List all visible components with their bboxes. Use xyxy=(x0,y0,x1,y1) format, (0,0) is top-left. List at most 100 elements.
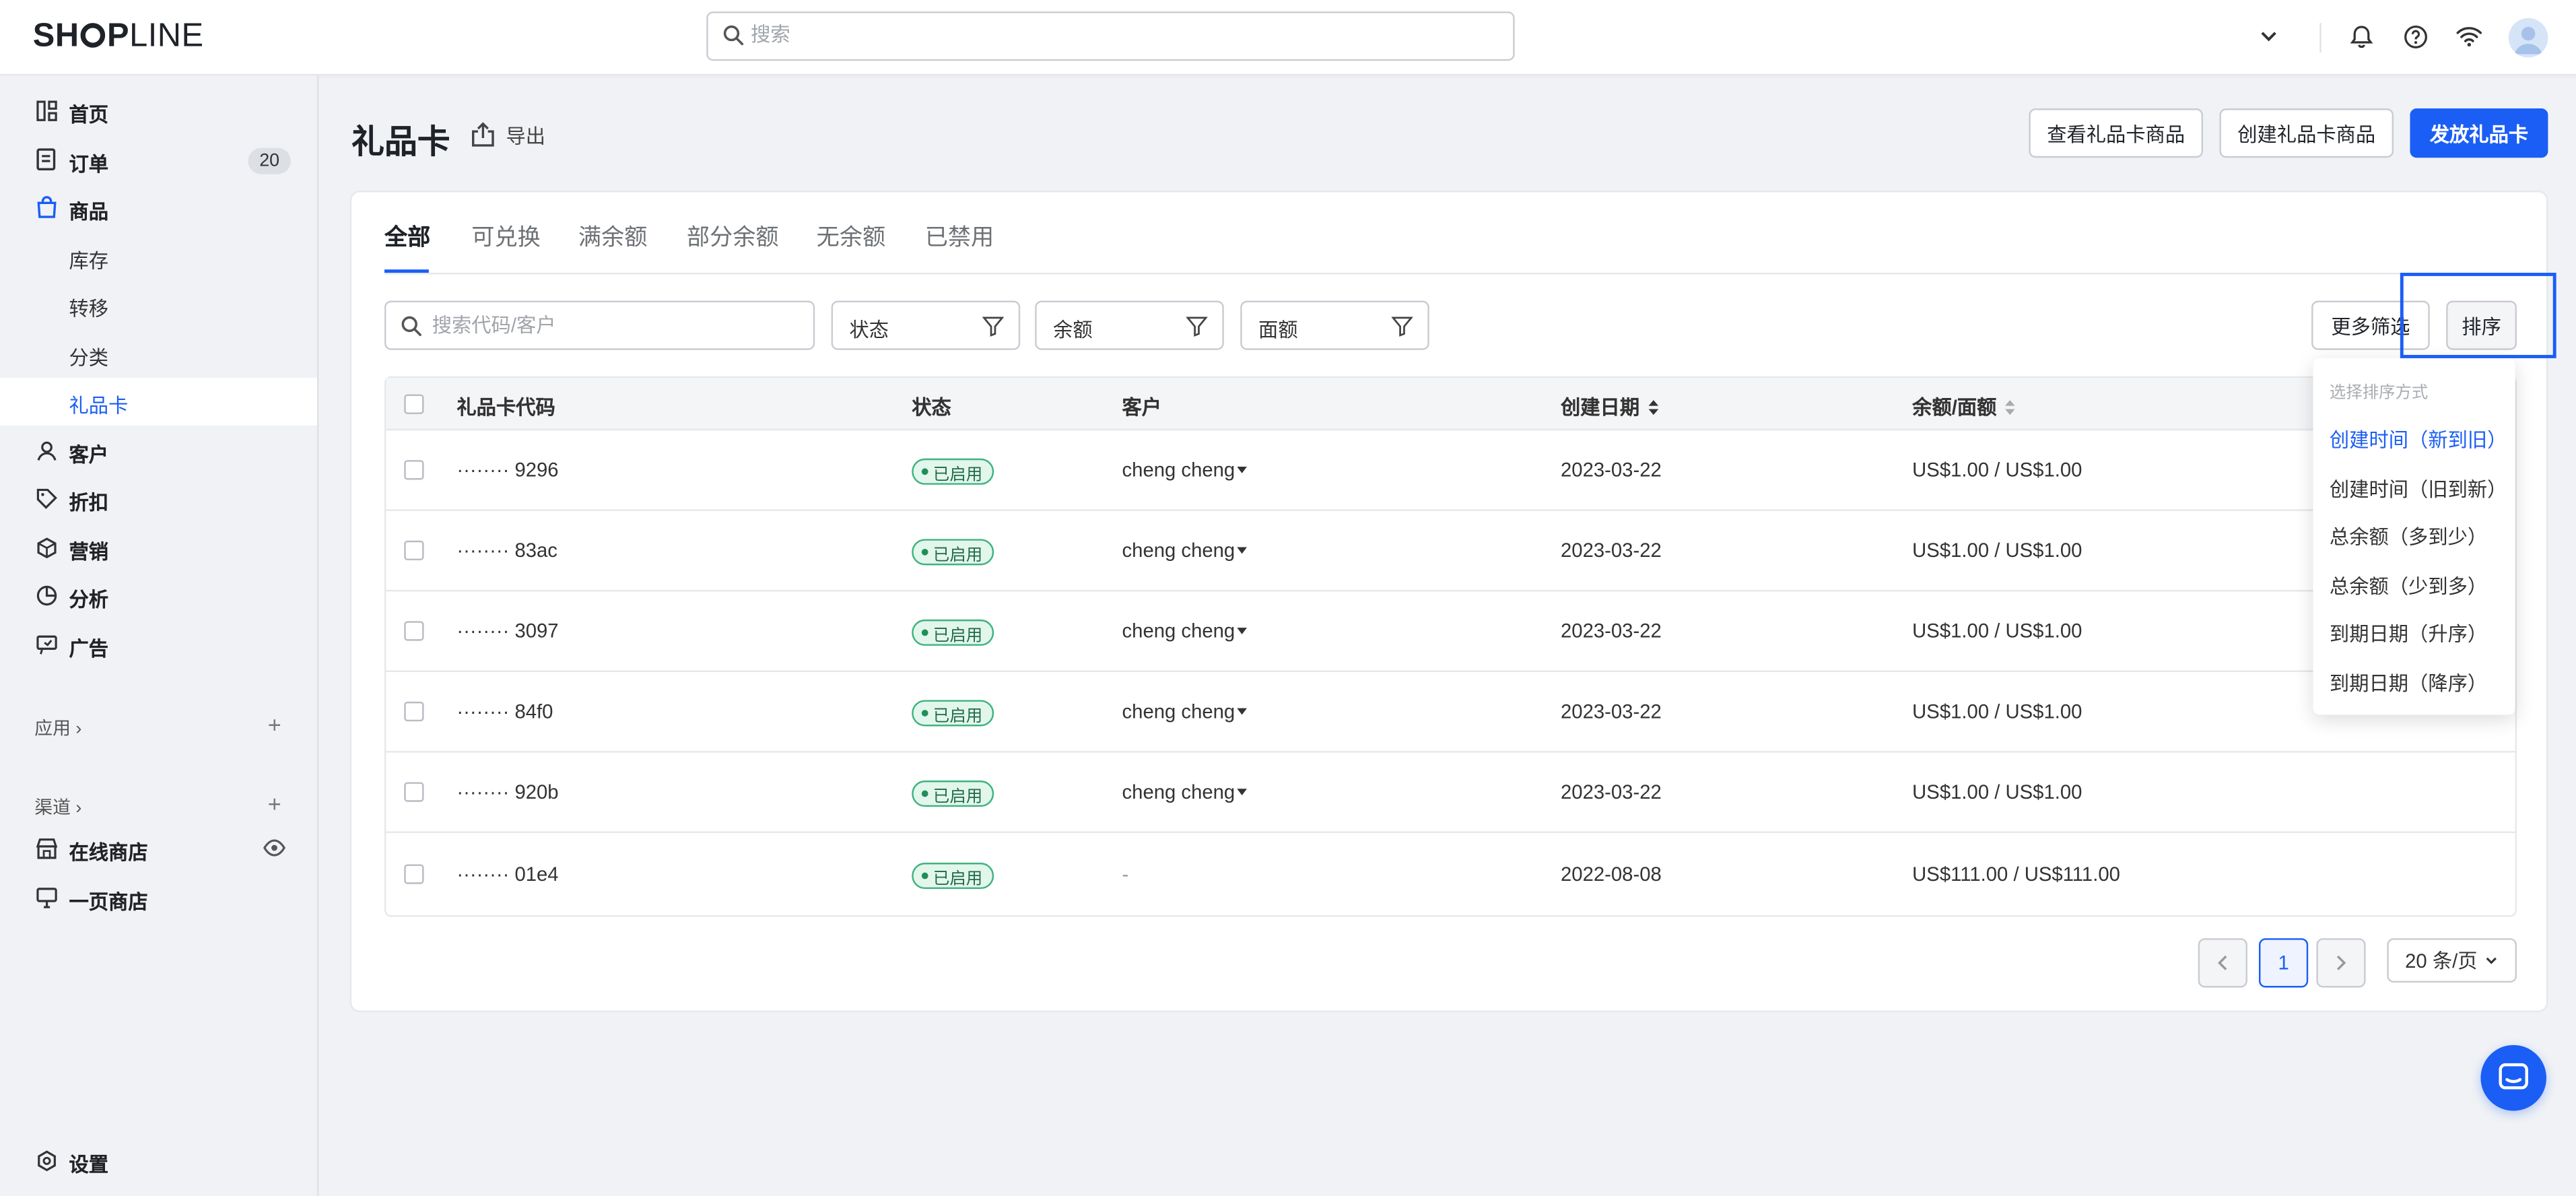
table-row[interactable]: ········ 84f0 已启用 cheng cheng 2023-03-22… xyxy=(386,672,2515,753)
caret-down-icon xyxy=(1236,789,1247,795)
sidebar-item-ads[interactable]: 广告 xyxy=(0,621,317,669)
sidebar-item-analytics[interactable]: 分析 xyxy=(0,572,317,620)
column-header-created[interactable]: 创建日期 xyxy=(1561,393,1659,420)
chevron-right-icon: › xyxy=(75,798,82,819)
sidebar-item-orders[interactable]: 订单 20 xyxy=(0,137,317,185)
store-icon xyxy=(34,836,57,859)
page-1-button[interactable]: 1 xyxy=(2259,938,2309,988)
table-row[interactable]: ········ 9296 已启用 cheng cheng 2023-03-22… xyxy=(386,430,2515,511)
chat-launcher-button[interactable] xyxy=(2480,1044,2546,1111)
balance-value: US$1.00 / US$1.00 xyxy=(1912,700,2082,723)
row-checkbox[interactable] xyxy=(404,864,424,884)
code-customer-search-input[interactable] xyxy=(432,314,794,337)
row-checkbox[interactable] xyxy=(404,782,424,802)
page-store-icon xyxy=(34,886,57,908)
status-label: 已启用 xyxy=(933,869,983,888)
customer-dropdown[interactable]: cheng cheng xyxy=(1122,780,1247,803)
customer-dropdown[interactable]: cheng cheng xyxy=(1122,620,1247,642)
table-row[interactable]: ········ 01e4 已启用 - 2022-08-08 US$111.00… xyxy=(386,833,2515,915)
tab-all[interactable]: 全部 xyxy=(384,220,430,253)
sidebar-item-discounts[interactable]: 折扣 xyxy=(0,475,317,523)
sidebar-item-marketing[interactable]: 营销 xyxy=(0,524,317,572)
gift-card-code[interactable]: ········ 9296 xyxy=(456,459,558,481)
gift-card-code[interactable]: ········ 01e4 xyxy=(456,863,558,886)
chevron-down-icon[interactable] xyxy=(2254,22,2284,51)
shopline-logo[interactable]: SH PLINE xyxy=(33,18,204,56)
help-icon[interactable] xyxy=(2400,22,2430,51)
prev-page-button[interactable] xyxy=(2198,938,2247,988)
caret-down-icon xyxy=(1236,708,1247,715)
row-checkbox[interactable] xyxy=(404,621,424,641)
issue-gift-card-button[interactable]: 发放礼品卡 xyxy=(2410,108,2548,158)
status-dot xyxy=(921,710,928,717)
table-row[interactable]: ········ 920b 已启用 cheng cheng 2023-03-22… xyxy=(386,753,2515,834)
view-gift-card-products-button[interactable]: 查看礼品卡商品 xyxy=(2029,108,2204,158)
select-all-checkbox[interactable] xyxy=(404,394,424,414)
topbar-divider xyxy=(2319,23,2321,53)
gift-card-code[interactable]: ········ 920b xyxy=(456,780,558,803)
bell-icon[interactable] xyxy=(2346,22,2375,51)
add-app-plus-icon[interactable]: + xyxy=(268,712,281,738)
tab-redeemable[interactable]: 可兑换 xyxy=(471,220,540,253)
sidebar-item-home[interactable]: 首页 xyxy=(0,87,317,135)
sidebar-item-customers[interactable]: 客户 xyxy=(0,427,317,475)
customer-dropdown[interactable]: cheng cheng xyxy=(1122,700,1247,723)
logo-o xyxy=(81,23,106,48)
tab-no-balance[interactable]: 无余额 xyxy=(817,220,885,253)
face-value-filter[interactable]: 面额 xyxy=(1240,300,1429,350)
page-size-select[interactable]: 20 条/页 xyxy=(2387,938,2517,983)
customer-dropdown[interactable]: cheng cheng xyxy=(1122,539,1247,562)
sidebar-item-settings[interactable]: 设置 xyxy=(0,1137,317,1185)
gift-card-code[interactable]: ········ 84f0 xyxy=(456,700,553,723)
sort-option-created-newest[interactable]: 创建时间（新到旧） xyxy=(2330,426,2507,453)
row-checkbox[interactable] xyxy=(404,460,424,480)
customer-dropdown[interactable]: cheng cheng xyxy=(1122,459,1247,481)
sort-option-balance-low-high[interactable]: 总余额（少到多） xyxy=(2330,572,2487,599)
sort-option-expiry-desc[interactable]: 到期日期（降序） xyxy=(2330,669,2487,696)
balance-value: US$1.00 / US$1.00 xyxy=(1912,539,2082,562)
add-channel-plus-icon[interactable]: + xyxy=(268,791,281,817)
status-label: 已启用 xyxy=(933,707,983,726)
global-search-input[interactable] xyxy=(751,23,1474,46)
created-date: 2023-03-22 xyxy=(1561,619,1662,643)
sidebar-item-label: 商品 xyxy=(69,200,109,224)
status-filter[interactable]: 状态 xyxy=(831,300,1021,350)
chevron-left-icon xyxy=(2218,955,2227,970)
eye-icon[interactable] xyxy=(263,838,285,863)
table-row[interactable]: ········ 83ac 已启用 cheng cheng 2023-03-22… xyxy=(386,511,2515,592)
sidebar-item-products[interactable]: 商品 xyxy=(0,184,317,232)
gift-card-code[interactable]: ········ 3097 xyxy=(456,620,558,642)
table-row[interactable]: ········ 3097 已启用 cheng cheng 2023-03-22… xyxy=(386,591,2515,672)
row-checkbox[interactable] xyxy=(404,540,424,561)
apps-section-header[interactable]: 应用 › xyxy=(34,715,81,741)
sidebar-item-label: 库存 xyxy=(69,249,109,273)
export-button[interactable]: 导出 xyxy=(470,120,545,150)
customer-name: cheng cheng xyxy=(1122,619,1235,643)
wifi-icon[interactable] xyxy=(2454,22,2484,51)
channels-section-header[interactable]: 渠道 › xyxy=(34,794,81,820)
create-gift-card-product-button[interactable]: 创建礼品卡商品 xyxy=(2219,108,2394,158)
tag-icon xyxy=(34,486,57,509)
sidebar-subitem-inventory[interactable]: 库存 xyxy=(0,233,317,281)
tab-partial-balance[interactable]: 部分余额 xyxy=(687,220,779,253)
next-page-button[interactable] xyxy=(2316,938,2366,988)
row-checkbox[interactable] xyxy=(404,701,424,722)
balance-filter[interactable]: 余额 xyxy=(1035,300,1224,350)
sort-option-expiry-asc[interactable]: 到期日期（升序） xyxy=(2330,620,2487,647)
global-search[interactable] xyxy=(706,11,1515,61)
sort-option-created-oldest[interactable]: 创建时间（旧到新） xyxy=(2330,475,2507,502)
tab-disabled[interactable]: 已禁用 xyxy=(925,220,994,253)
code-customer-search[interactable] xyxy=(384,300,815,350)
sort-option-balance-high-low[interactable]: 总余额（多到少） xyxy=(2330,523,2487,550)
sidebar-subitem-collections[interactable]: 分类 xyxy=(0,330,317,378)
column-header-balance[interactable]: 余额/面额 xyxy=(1912,393,2016,420)
sidebar-item-one-page-store[interactable]: 一页商店 xyxy=(0,874,317,922)
order-count-badge: 20 xyxy=(248,147,291,174)
tab-full-balance[interactable]: 满余额 xyxy=(578,220,647,253)
sidebar-subitem-transfers[interactable]: 转移 xyxy=(0,281,317,329)
sidebar-item-label: 客户 xyxy=(69,443,109,467)
sidebar-subitem-gift-cards[interactable]: 礼品卡 xyxy=(0,378,317,426)
avatar[interactable] xyxy=(2508,18,2548,58)
gift-card-code[interactable]: ········ 83ac xyxy=(456,539,557,562)
sidebar-item-online-store[interactable]: 在线商店 xyxy=(0,825,317,873)
